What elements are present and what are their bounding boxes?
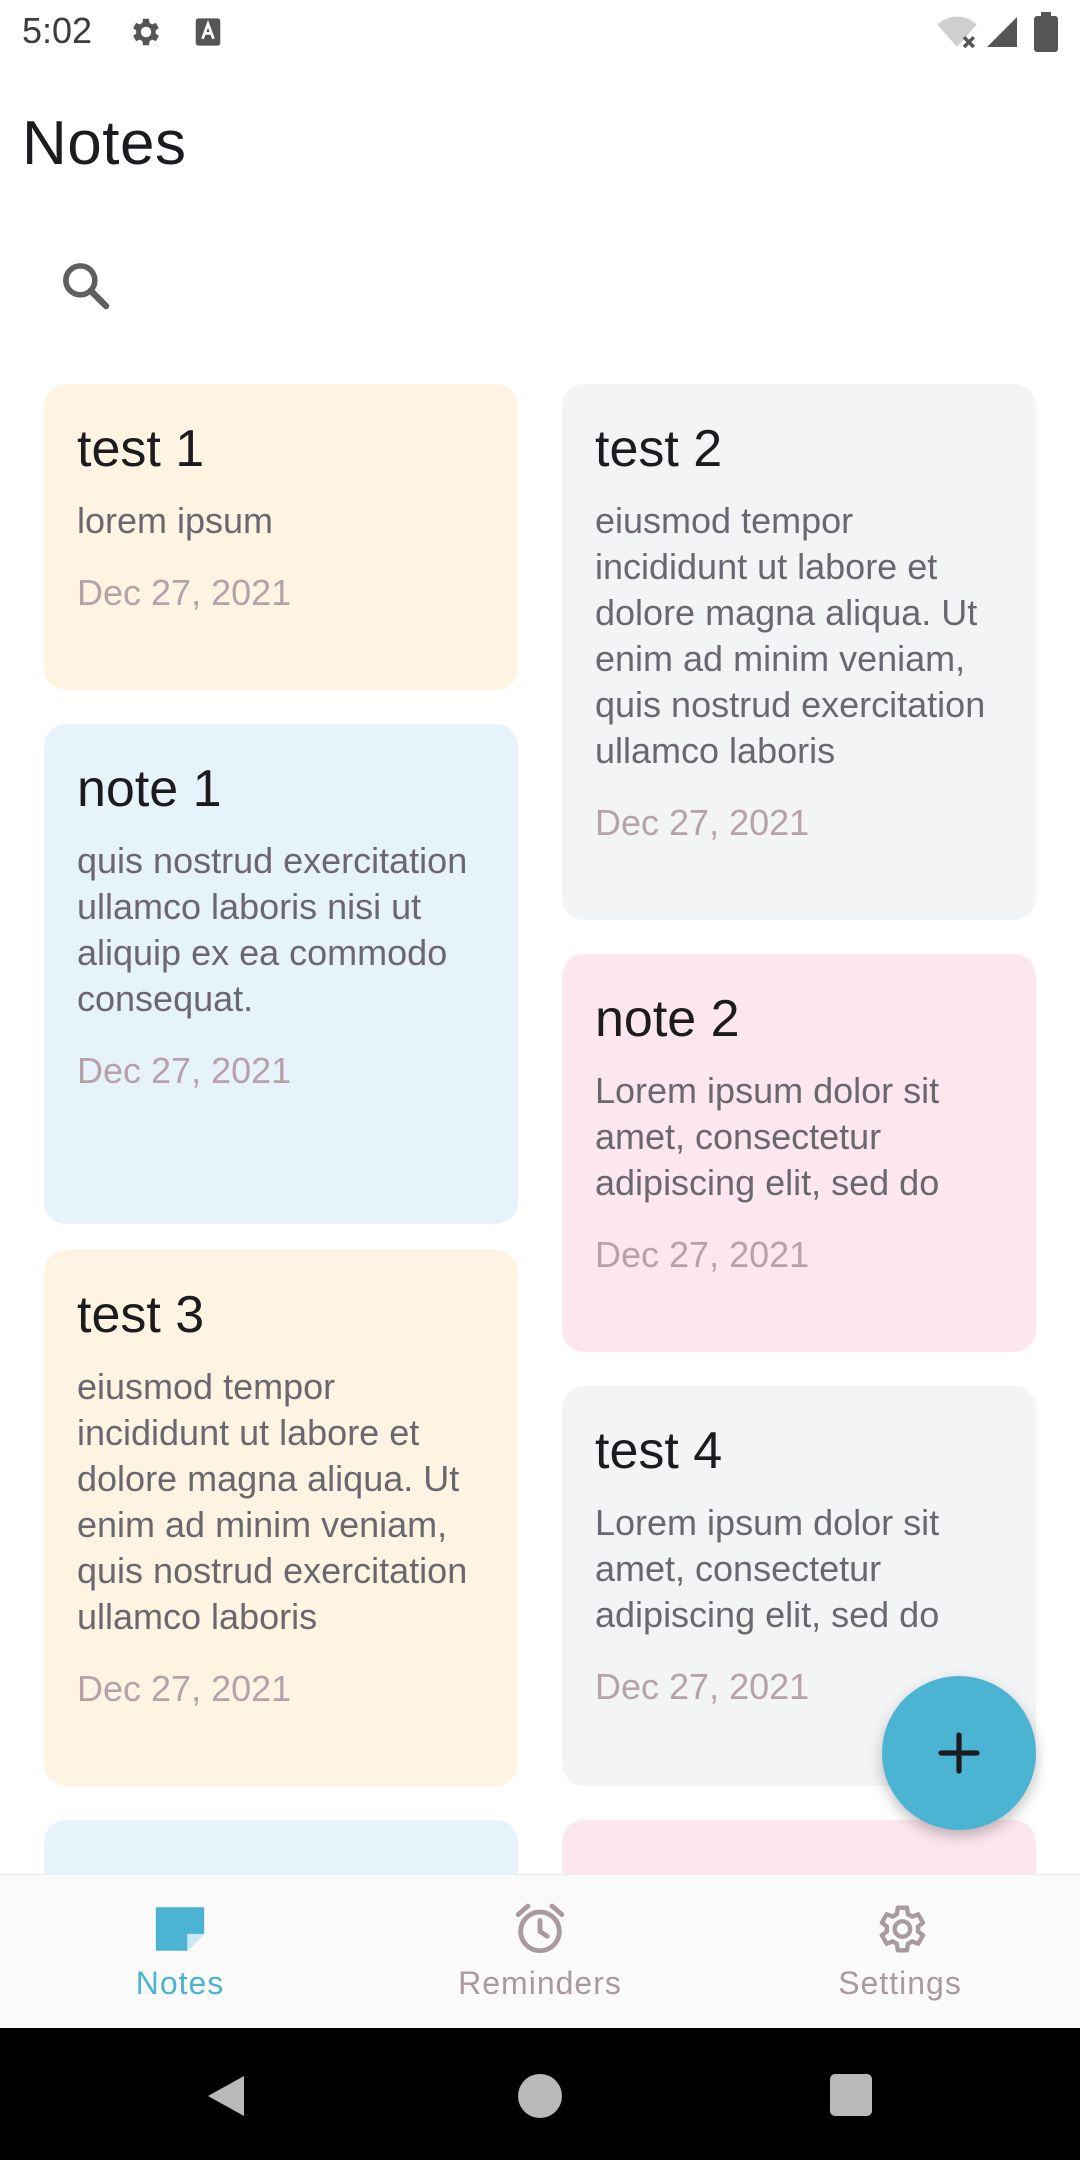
system-navigation-bar <box>0 2028 1080 2160</box>
note-body: Lorem ipsum dolor sit amet, consectetur … <box>595 1070 940 1203</box>
signal-icon <box>987 17 1017 47</box>
note-card[interactable] <box>44 1820 518 1874</box>
note-title: test 1 <box>77 420 205 478</box>
alarm-clock-icon <box>515 1903 565 1954</box>
plus-icon <box>938 1732 980 1774</box>
note-date: Dec 27, 2021 <box>595 1234 810 1275</box>
note-date: Dec 27, 2021 <box>77 1668 292 1709</box>
nav-label: Reminders <box>458 1965 622 2001</box>
nav-item-notes[interactable]: Notes <box>60 1875 300 2029</box>
nav-label: Notes <box>135 1965 225 2001</box>
back-icon[interactable] <box>204 2072 248 2120</box>
nav-item-reminders[interactable]: Reminders <box>420 1875 660 2029</box>
gear-icon <box>133 18 159 46</box>
status-bar: 5:02 <box>0 0 1080 66</box>
note-card[interactable]: note 2 Lorem ipsum dolor sit amet, conse… <box>562 954 1036 1352</box>
search-icon <box>63 263 110 310</box>
search-button[interactable] <box>52 252 118 318</box>
note-title: test 4 <box>595 1422 723 1480</box>
gear-icon <box>879 1905 926 1953</box>
note-body: eiusmod tempor incididunt ut labore et d… <box>595 500 986 771</box>
note-icon <box>155 1907 205 1951</box>
battery-icon <box>1034 12 1058 52</box>
notes-grid: test 1 lorem ipsum Dec 27, 2021 note 1 q… <box>0 384 1080 1874</box>
note-card[interactable]: test 2 eiusmod tempor incididunt ut labo… <box>562 384 1036 920</box>
page-title: Notes <box>22 109 187 178</box>
note-title: note 1 <box>77 760 222 818</box>
note-card[interactable]: test 3 eiusmod tempor incididunt ut labo… <box>44 1250 518 1786</box>
note-title: test 3 <box>77 1286 205 1344</box>
nav-label: Settings <box>838 1965 962 2001</box>
note-title: test 2 <box>595 420 723 478</box>
font-a-icon <box>195 18 221 46</box>
nav-item-settings[interactable]: Settings <box>780 1875 1020 2029</box>
note-title: note 2 <box>595 990 740 1048</box>
note-body: lorem ipsum <box>77 500 274 541</box>
note-date: Dec 27, 2021 <box>77 1050 292 1091</box>
note-card[interactable]: note 1 quis nostrud exercitation ullamco… <box>44 724 518 1224</box>
note-date: Dec 27, 2021 <box>595 802 810 843</box>
note-body: Lorem ipsum dolor sit amet, consectetur … <box>595 1502 940 1635</box>
note-card[interactable]: test 1 lorem ipsum Dec 27, 2021 <box>44 384 518 690</box>
add-note-button[interactable] <box>882 1676 1036 1830</box>
home-icon[interactable] <box>518 2074 562 2118</box>
note-body: quis nostrud exercitation ullamco labori… <box>77 840 468 1019</box>
note-body: eiusmod tempor incididunt ut labore et d… <box>77 1366 468 1637</box>
recents-icon[interactable] <box>830 2074 872 2116</box>
bottom-navigation: Notes Reminders Settings <box>0 1874 1080 2028</box>
note-date: Dec 27, 2021 <box>77 572 292 613</box>
status-time: 5:02 <box>22 10 93 51</box>
wifi-off-icon <box>937 16 977 49</box>
